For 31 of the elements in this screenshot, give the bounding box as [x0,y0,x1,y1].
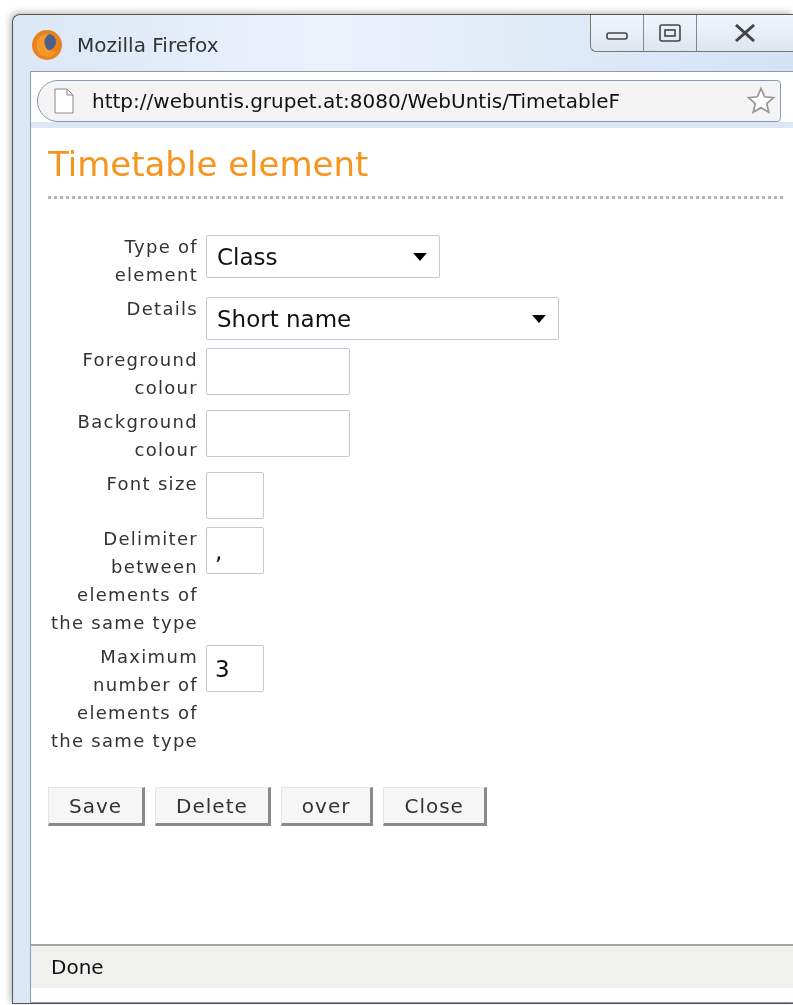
page-heading: Timetable element [48,144,370,184]
fox-globe-icon [31,29,63,61]
maximize-icon [658,24,682,42]
input-field[interactable] [206,348,350,395]
dropdown[interactable]: Short name [206,297,559,340]
field-label: Font size [105,472,198,496]
input-field[interactable] [206,472,264,519]
form-button[interactable]: over [280,787,374,826]
form-button[interactable]: Delete [155,787,271,826]
form-button[interactable]: Save [48,787,146,826]
close-icon [733,24,757,42]
input-field[interactable] [206,410,350,457]
page-icon [54,88,74,114]
dropdown[interactable]: Class [206,235,440,278]
input-field[interactable]: , [206,527,264,574]
field-label: Foreground colour [81,348,198,400]
field-label: Delimiter between elements of the same type [49,527,198,635]
field-label: Details [125,297,198,321]
status-text: Done [51,955,104,979]
caret-icon [532,314,546,323]
field-label: Type of element [113,235,198,287]
form-button[interactable]: Close [383,787,487,826]
window-title: Mozilla Firefox [77,33,219,57]
field-label: Background colour [76,410,198,462]
star-icon[interactable] [746,86,776,116]
input-field[interactable]: 3 [206,645,264,692]
minimize-icon [606,32,628,40]
url-text: http://webuntis.grupet.at:8080/WebUntis/TimetableF [92,89,620,113]
address-bar[interactable]: http://webuntis.grupet.at:8080/WebUntis/TimetableF [37,80,781,122]
caret-icon [413,252,427,261]
field-label: Maximum number of elements of the same type [49,645,198,753]
